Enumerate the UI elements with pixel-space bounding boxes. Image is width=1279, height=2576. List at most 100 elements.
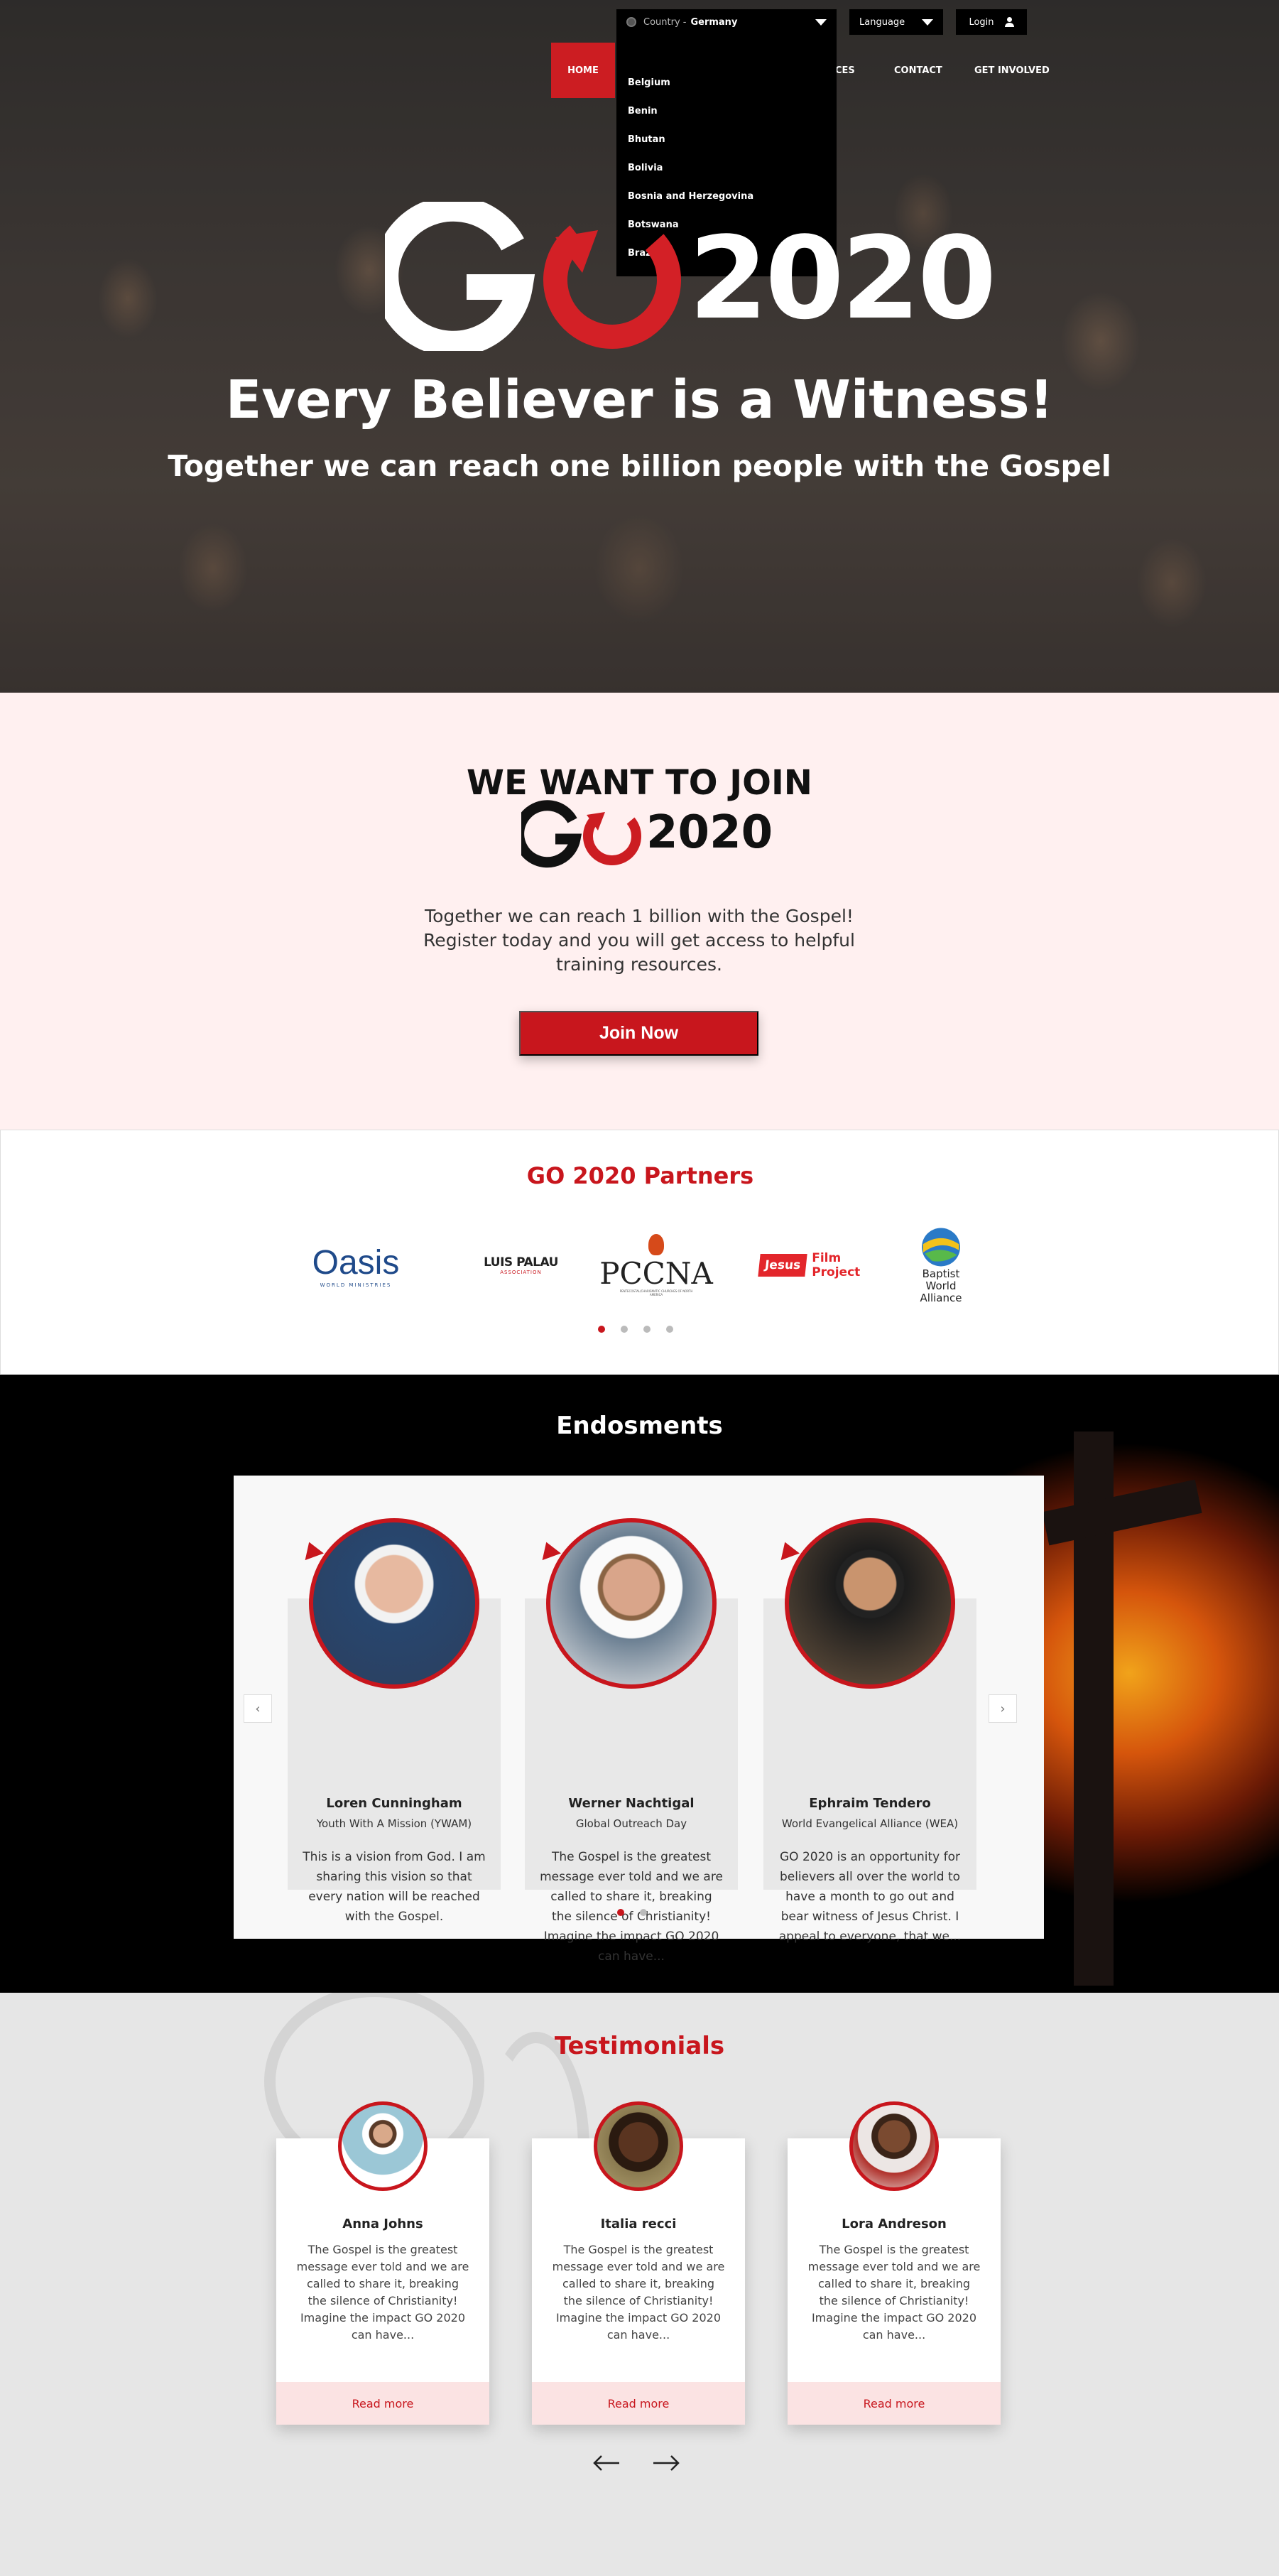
endorsement-card: Loren Cunningham Youth With A Mission (Y…: [288, 1518, 501, 1924]
chevron-left-icon: ‹: [255, 1701, 261, 1716]
country-search-input[interactable]: [626, 43, 825, 62]
partners-pagination: [598, 1326, 673, 1333]
cross-silhouette-beam: [1042, 1479, 1202, 1546]
arrow-icon: [537, 1538, 561, 1561]
partner-logo-luis-palau[interactable]: LUIS PALAU ASSOCIATION: [469, 1226, 572, 1304]
country-option[interactable]: Bosnia and Herzegovina: [628, 191, 753, 202]
partner-sub: PENTECOSTAL/CHARISMATIC CHURCHES OF NORT…: [619, 1289, 693, 1297]
partners-section: GO 2020 Partners Oasis WORLD MINISTRIES …: [0, 1130, 1279, 1375]
globe-icon: [922, 1228, 960, 1267]
endorsement-text: This is a vision from God. I am sharing …: [303, 1850, 486, 1924]
nav-item-get-involved[interactable]: GET INVOLVED: [974, 43, 1050, 98]
arrow-icon: [775, 1538, 800, 1561]
hero-section: Country - Germany Language Login HOME RC…: [0, 0, 1279, 693]
nav-item-home[interactable]: HOME: [551, 43, 615, 98]
user-icon: [1004, 17, 1014, 27]
endorsement-card: Ephraim Tendero World Evangelical Allian…: [763, 1518, 976, 1944]
language-select[interactable]: Language: [849, 9, 943, 35]
country-option[interactable]: Belgium: [628, 77, 670, 88]
logo-year: 2020: [689, 212, 996, 345]
endorser-photo: [309, 1518, 479, 1689]
partner-logo-jesus-film[interactable]: Jesus Film Project: [758, 1226, 862, 1304]
partner-sub: WORLD MINISTRIES: [320, 1282, 392, 1288]
arrow-icon: [300, 1538, 324, 1561]
endorsements-title: Endosments: [556, 1412, 723, 1440]
partner-name: PCCNA: [599, 1256, 713, 1291]
testimonial-text: The Gospel is the greatest message ever …: [296, 2243, 469, 2342]
country-label: Country -: [643, 16, 687, 28]
hero-subtitle: Together we can reach one billion people…: [168, 449, 1111, 483]
language-label: Language: [859, 16, 905, 28]
login-label: Login: [969, 16, 994, 28]
pagination-dot[interactable]: [666, 1326, 673, 1333]
partner-name: Baptist World Alliance: [920, 1267, 962, 1304]
testimonial-avatar: [338, 2101, 428, 2191]
endorsements-pagination: [617, 1909, 647, 1916]
partner-logo-baptist-world-alliance[interactable]: Baptist World Alliance: [908, 1226, 974, 1304]
pagination-dot[interactable]: [621, 1326, 628, 1333]
endorsements-section: Endosments ‹ › Loren Cunningham Youth Wi…: [0, 1375, 1279, 1993]
read-more-link[interactable]: Read more: [788, 2382, 1001, 2425]
testimonial-avatar: [594, 2101, 683, 2191]
partner-sub: ASSOCIATION: [500, 1270, 542, 1275]
join-logo-year: 2020: [646, 806, 773, 859]
flame-icon: [648, 1234, 664, 1255]
carousel-next-button[interactable]: ›: [989, 1694, 1017, 1723]
endorser-name: Loren Cunningham: [326, 1796, 462, 1811]
arrow-left-icon[interactable]: [592, 2455, 621, 2472]
testimonial-name: Lora Andreson: [842, 2217, 947, 2231]
endorser-photo: [785, 1518, 955, 1689]
testimonial-name: Italia recci: [600, 2217, 677, 2231]
partner-name: Oasis: [312, 1243, 400, 1282]
testimonial-avatar: [849, 2101, 939, 2191]
partner-name: LUIS PALAU: [484, 1255, 558, 1270]
read-more-link[interactable]: Read more: [276, 2382, 489, 2425]
endorsement-text: The Gospel is the greatest message ever …: [540, 1850, 723, 1964]
top-bar: Country - Germany Language Login: [616, 9, 1027, 35]
country-option[interactable]: Bolivia: [628, 163, 663, 173]
nav-item-contact[interactable]: CONTACT: [894, 43, 942, 98]
pagination-dot[interactable]: [598, 1326, 605, 1333]
endorser-org: Global Outreach Day: [575, 1817, 687, 1830]
carousel-prev-button[interactable]: ‹: [244, 1694, 272, 1723]
endorser-org: Youth With A Mission (YWAM): [316, 1817, 472, 1830]
endorser-name: Werner Nachtigal: [568, 1796, 695, 1811]
pagination-dot[interactable]: [617, 1909, 624, 1916]
partner-sub: Film Project: [812, 1251, 861, 1279]
endorser-org: World Evangelical Alliance (WEA): [781, 1817, 959, 1830]
hero-title: Every Believer is a Witness!: [225, 369, 1054, 431]
endorser-name: Ephraim Tendero: [809, 1796, 931, 1811]
testimonials-nav: [592, 2455, 680, 2472]
endorsements-carousel: ‹ › Loren Cunningham Youth With A Missio…: [234, 1476, 1044, 1964]
join-section: WE WANT TO JOIN 2020 Together we can rea…: [0, 693, 1279, 1130]
join-now-button[interactable]: Join Now: [519, 1011, 758, 1056]
join-description: Together we can reach 1 billion with the…: [423, 906, 855, 975]
endorser-photo: [546, 1518, 717, 1689]
chevron-down-icon: [922, 19, 933, 26]
chevron-right-icon: ›: [1000, 1701, 1006, 1716]
testimonial-name: Anna Johns: [342, 2217, 423, 2231]
testimonials-section: Testimonials Anna Johns The Gospel is th…: [0, 1993, 1279, 2576]
testimonials-title: Testimonials: [554, 2032, 725, 2060]
globe-icon: [626, 17, 636, 27]
partner-logo-oasis[interactable]: Oasis WORLD MINISTRIES: [303, 1226, 409, 1304]
read-more-link[interactable]: Read more: [532, 2382, 745, 2425]
partners-title: GO 2020 Partners: [526, 1162, 754, 1189]
country-select[interactable]: Country - Germany: [616, 9, 837, 35]
chevron-down-icon: [815, 19, 827, 26]
go2020-logo-mark: [385, 202, 681, 351]
testimonial-text: The Gospel is the greatest message ever …: [807, 2243, 981, 2342]
country-option[interactable]: Bhutan: [628, 134, 665, 145]
endorsement-card: Werner Nachtigal Global Outreach Day The…: [525, 1518, 738, 1964]
testimonial-text: The Gospel is the greatest message ever …: [552, 2243, 725, 2342]
arrow-right-icon[interactable]: [652, 2455, 680, 2472]
partner-logo-pccna[interactable]: PCCNA PENTECOSTAL/CHARISMATIC CHURCHES O…: [599, 1226, 713, 1304]
country-value: Germany: [690, 16, 738, 28]
pagination-dot[interactable]: [640, 1909, 647, 1916]
partner-name: Jesus: [758, 1254, 807, 1277]
endorsement-text: GO 2020 is an opportunity for believers …: [778, 1850, 962, 1944]
country-option[interactable]: Benin: [628, 106, 658, 117]
join-title: WE WANT TO JOIN: [467, 763, 812, 803]
pagination-dot[interactable]: [643, 1326, 651, 1333]
login-button[interactable]: Login: [956, 9, 1027, 35]
